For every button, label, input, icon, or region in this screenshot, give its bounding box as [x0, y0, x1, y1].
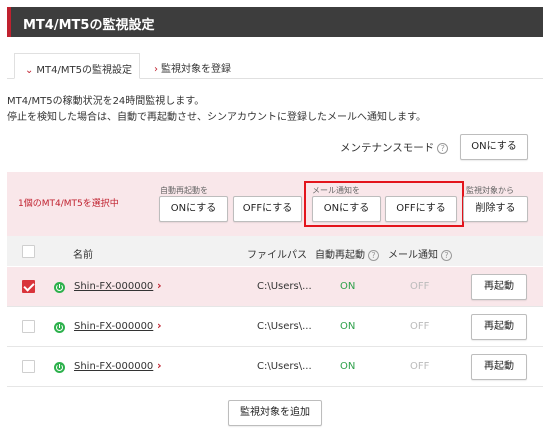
remove-group-label: 監視対象から — [466, 186, 514, 195]
chevron-right-icon[interactable]: › — [157, 279, 162, 292]
row-checkbox[interactable] — [22, 320, 35, 333]
tab-monitoring-settings[interactable]: ⌄ MT4/MT5の監視設定 — [14, 53, 140, 79]
maintenance-mode-label: メンテナンスモード? — [340, 140, 449, 155]
restart-button[interactable]: 再起動 — [471, 314, 527, 340]
chevron-down-icon: ⌄ — [25, 65, 34, 76]
auto-restart-on-button[interactable]: ONにする — [159, 196, 228, 222]
auto-restart-status: ON — [340, 321, 356, 332]
row-checkbox[interactable] — [22, 360, 35, 373]
mail-notify-status: OFF — [410, 361, 430, 372]
power-icon — [54, 282, 65, 293]
add-target-button[interactable]: 監視対象を追加 — [228, 400, 322, 426]
tab-register-target[interactable]: › 監視対象を登録 — [154, 53, 231, 79]
file-path: C:\Users\... — [257, 281, 312, 292]
remove-button[interactable]: 削除する — [463, 196, 528, 222]
auto-restart-status: ON — [340, 281, 356, 292]
select-all-checkbox[interactable] — [22, 245, 35, 258]
row-checkbox[interactable] — [22, 280, 35, 293]
page-header: MT4/MT5の監視設定 — [7, 7, 543, 37]
description-line: MT4/MT5の稼動状況を24時間監視します。 — [7, 96, 205, 107]
help-icon[interactable]: ? — [368, 249, 379, 261]
column-header-auto-restart: 自動再起動? — [315, 246, 379, 261]
selected-count-text: 1個のMT4/MT5を選択中 — [18, 199, 119, 209]
chevron-right-icon[interactable]: › — [157, 319, 162, 332]
chevron-right-icon[interactable]: › — [157, 359, 162, 372]
restart-button[interactable]: 再起動 — [471, 354, 527, 380]
page-title: MT4/MT5の監視設定 — [23, 18, 155, 33]
column-header-mail-notify: メール通知? — [388, 246, 452, 261]
help-icon[interactable]: ? — [437, 142, 449, 154]
auto-restart-status: ON — [340, 361, 356, 372]
file-path: C:\Users\... — [257, 361, 312, 372]
column-header-name: 名前 — [73, 250, 93, 261]
auto-restart-off-button[interactable]: OFFにする — [233, 196, 302, 222]
mail-notify-status: OFF — [410, 321, 430, 332]
account-link[interactable]: Shin-FX-000000 — [74, 281, 153, 292]
tab-label: MT4/MT5の監視設定 — [36, 65, 132, 76]
tab-bar: ⌄ MT4/MT5の監視設定 › 監視対象を登録 — [7, 53, 543, 79]
maintenance-on-button[interactable]: ONにする — [460, 134, 528, 160]
power-icon — [54, 322, 65, 333]
highlight-box — [304, 181, 464, 227]
column-header-path: ファイルパス — [247, 250, 307, 261]
restart-button[interactable]: 再起動 — [471, 274, 527, 300]
auto-restart-group-label: 自動再起動を — [160, 186, 208, 195]
help-icon[interactable]: ? — [441, 249, 452, 261]
power-icon — [54, 362, 65, 373]
account-link[interactable]: Shin-FX-000000 — [74, 321, 153, 332]
description-line: 停止を検知した場合は、自動で再起動させ、シンアカウントに登録したメールへ通知しま… — [7, 112, 426, 123]
account-link[interactable]: Shin-FX-000000 — [74, 361, 153, 372]
chevron-right-icon: › — [154, 64, 158, 75]
mail-notify-status: OFF — [410, 281, 430, 292]
tab-label: 監視対象を登録 — [161, 64, 231, 75]
file-path: C:\Users\... — [257, 321, 312, 332]
